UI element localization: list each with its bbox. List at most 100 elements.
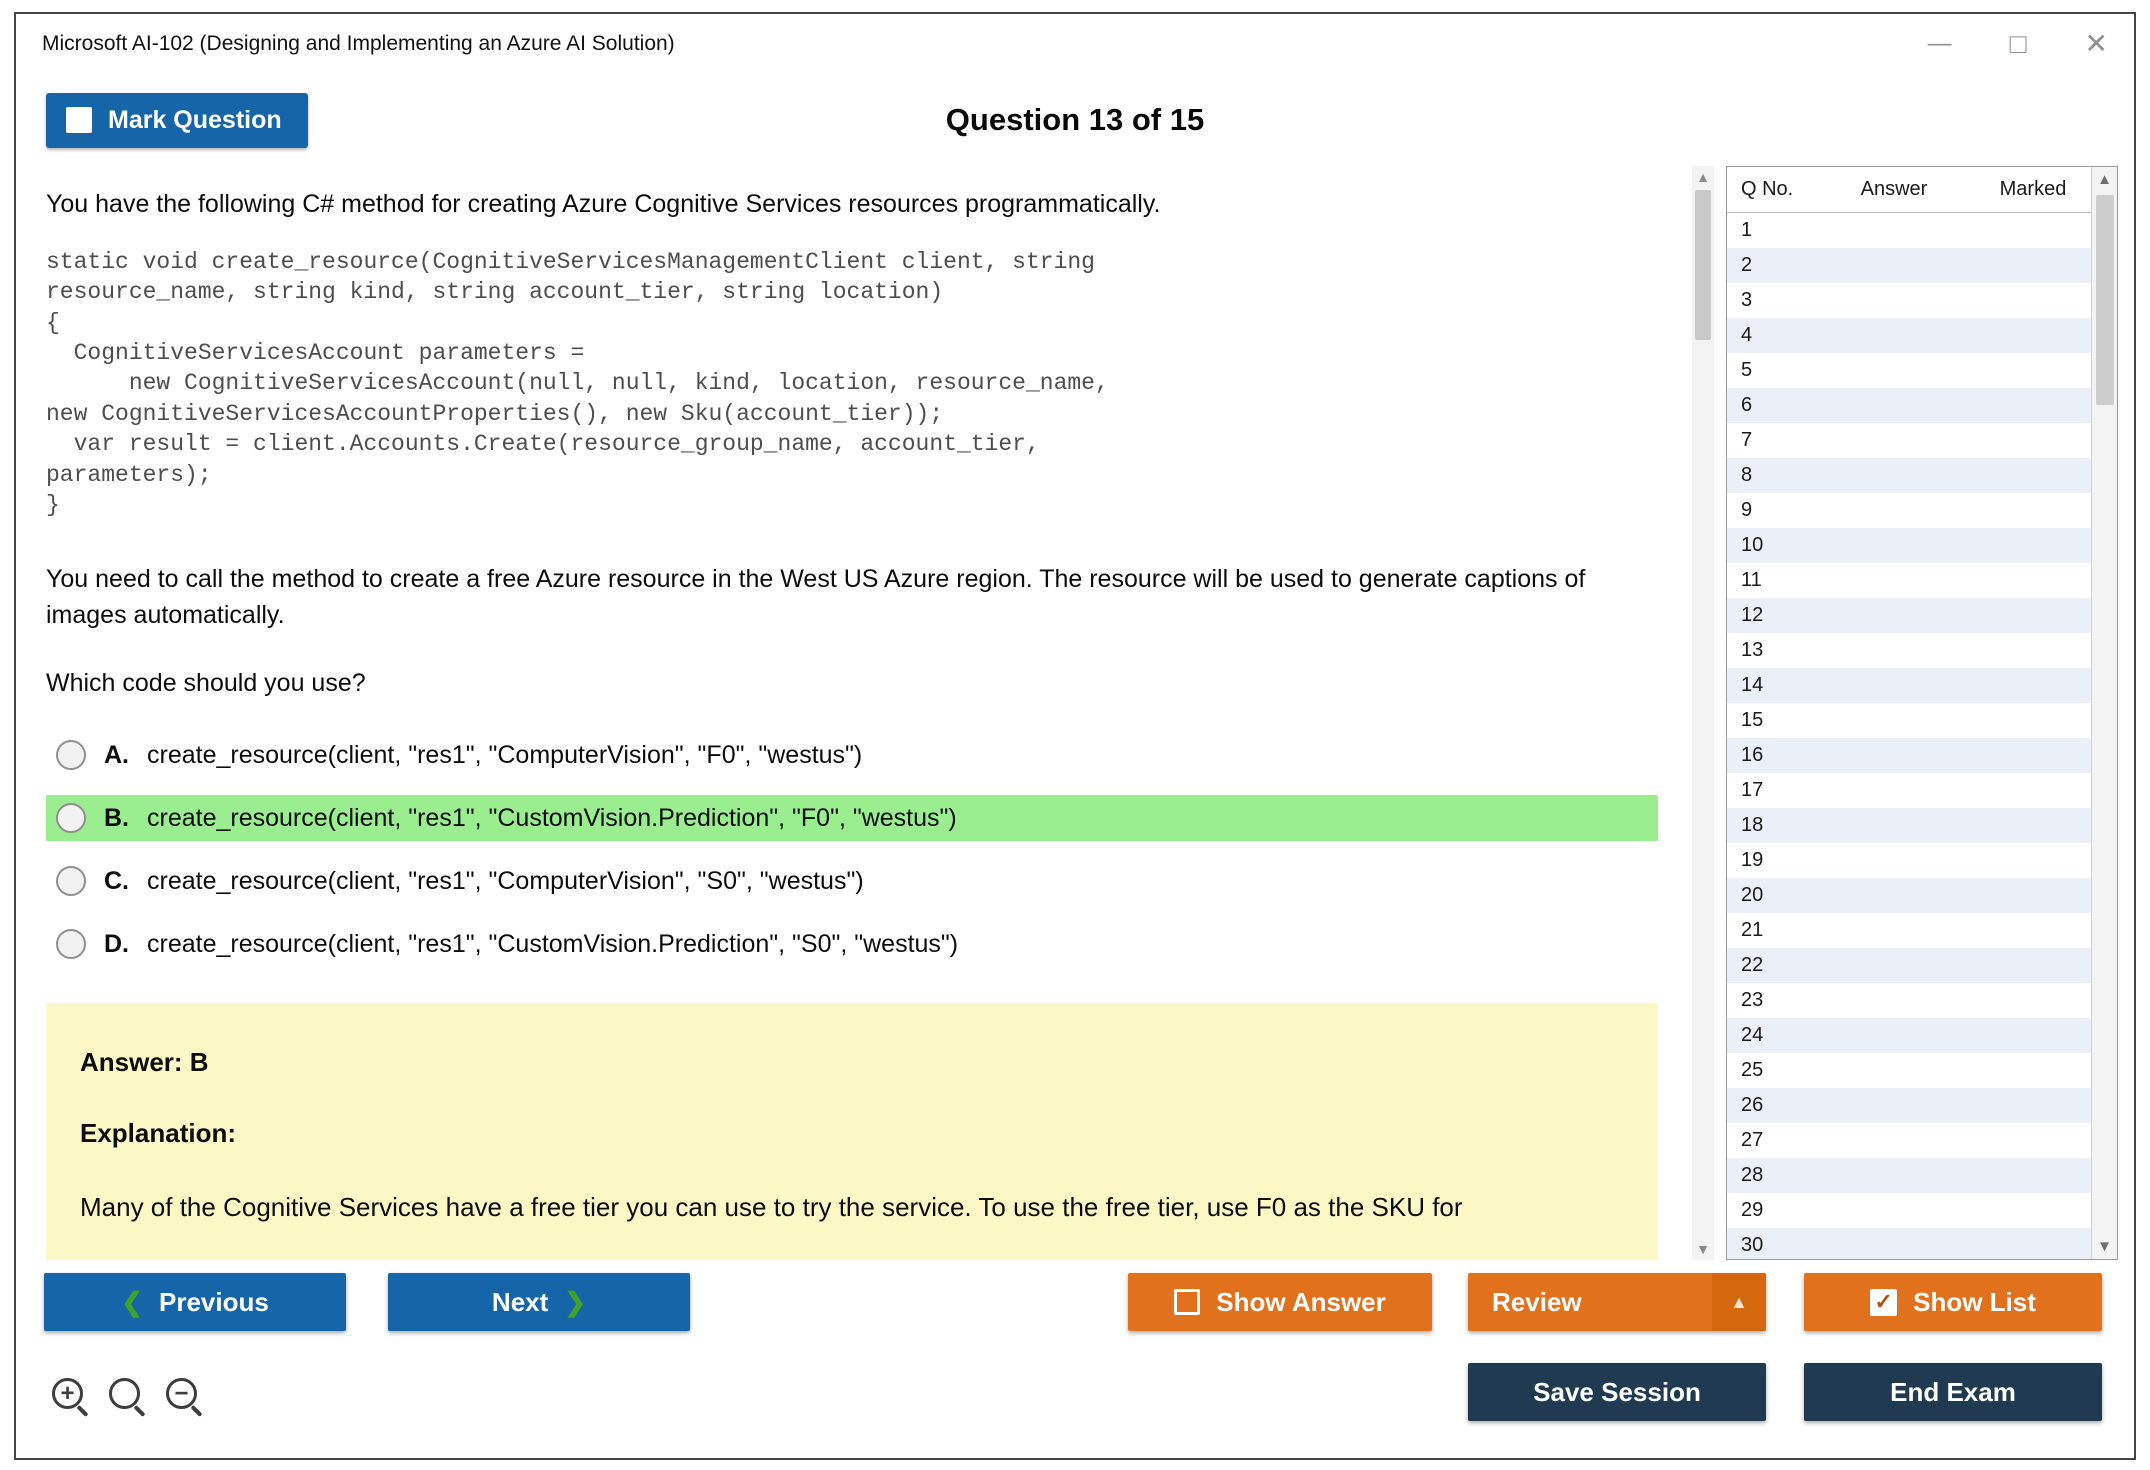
- question-list-row[interactable]: 9: [1727, 493, 2091, 528]
- question-list-row[interactable]: 17: [1727, 773, 2091, 808]
- question-list-row[interactable]: 23: [1727, 983, 2091, 1018]
- option-c-text: create_resource(client, "res1", "Compute…: [147, 866, 864, 895]
- review-button[interactable]: Review ▲: [1468, 1273, 1766, 1331]
- question-list-scrollbar-thumb[interactable]: [2095, 195, 2114, 405]
- question-list-row[interactable]: 6: [1727, 388, 2091, 423]
- question-list-row[interactable]: 15: [1727, 703, 2091, 738]
- question-list-row[interactable]: 13: [1727, 633, 2091, 668]
- question-list-row[interactable]: 18: [1727, 808, 2091, 843]
- show-answer-button[interactable]: Show Answer: [1128, 1273, 1432, 1331]
- question-list-row[interactable]: 28: [1727, 1158, 2091, 1193]
- option-b[interactable]: B. create_resource(client, "res1", "Cust…: [46, 795, 1658, 842]
- review-label: Review: [1492, 1286, 1582, 1317]
- question-list-header: Q No. Answer Marked: [1727, 167, 2091, 213]
- end-exam-button[interactable]: End Exam: [1804, 1363, 2102, 1421]
- option-d[interactable]: D. create_resource(client, "res1", "Cust…: [46, 921, 1658, 967]
- question-list-row[interactable]: 12: [1727, 598, 2091, 633]
- question-intro: You have the following C# method for cre…: [46, 190, 1161, 218]
- next-button[interactable]: Next ❯: [388, 1273, 690, 1331]
- question-list-row[interactable]: 30: [1727, 1228, 2091, 1259]
- question-list-row[interactable]: 22: [1727, 948, 2091, 983]
- column-marked: Marked: [1999, 178, 2067, 200]
- row-qno: 7: [1741, 429, 1753, 451]
- question-list-row[interactable]: 2: [1727, 248, 2091, 283]
- show-list-checkbox[interactable]: ✓: [1870, 1288, 1898, 1316]
- previous-button[interactable]: ❮ Previous: [44, 1273, 346, 1331]
- zoom-in-icon[interactable]: +: [52, 1378, 83, 1409]
- row-qno: 20: [1741, 884, 1764, 906]
- question-list-row[interactable]: 14: [1727, 668, 2091, 703]
- question-list-row[interactable]: 3: [1727, 283, 2091, 318]
- main-scrollbar-thumb[interactable]: [1695, 190, 1711, 340]
- option-b-radio[interactable]: [56, 803, 86, 834]
- option-b-text: create_resource(client, "res1", "CustomV…: [147, 803, 957, 832]
- mark-question-checkbox[interactable]: [66, 107, 92, 133]
- scroll-up-icon[interactable]: ▲: [2097, 172, 2112, 187]
- question-list-row[interactable]: 10: [1727, 528, 2091, 563]
- row-qno: 9: [1741, 499, 1753, 521]
- question-list-row[interactable]: 29: [1727, 1193, 2091, 1228]
- minimize-icon[interactable]: —: [1928, 32, 1952, 56]
- zoom-out-icon[interactable]: −: [166, 1378, 197, 1409]
- zoom-reset-icon[interactable]: [109, 1378, 140, 1409]
- question-counter: Question 13 of 15: [945, 102, 1205, 137]
- question-list-row[interactable]: 7: [1727, 423, 2091, 458]
- question-list-row[interactable]: 4: [1727, 318, 2091, 353]
- chevron-left-icon: ❮: [121, 1286, 143, 1317]
- option-d-letter: D.: [104, 929, 129, 958]
- question-list-row[interactable]: 20: [1727, 878, 2091, 913]
- column-qno: Q No.: [1741, 178, 1794, 200]
- main-scrollbar[interactable]: ▲ ▼: [1692, 166, 1714, 1260]
- scroll-down-icon[interactable]: ▼: [1696, 1242, 1710, 1256]
- end-exam-label: End Exam: [1890, 1376, 2016, 1407]
- row-qno: 12: [1741, 604, 1764, 626]
- row-qno: 4: [1741, 324, 1753, 346]
- question-list-row[interactable]: 5: [1727, 353, 2091, 388]
- question-list-row[interactable]: 27: [1727, 1123, 2091, 1158]
- question-list-row[interactable]: 19: [1727, 843, 2091, 878]
- option-c-radio[interactable]: [56, 866, 86, 897]
- row-qno: 30: [1741, 1234, 1764, 1256]
- row-qno: 18: [1741, 814, 1764, 836]
- maximize-icon[interactable]: □: [2010, 30, 2027, 58]
- show-list-button[interactable]: ✓ Show List: [1804, 1273, 2102, 1331]
- scroll-up-icon[interactable]: ▲: [1696, 170, 1710, 184]
- option-a-letter: A.: [104, 740, 129, 769]
- save-session-button[interactable]: Save Session: [1468, 1363, 1766, 1421]
- row-qno: 14: [1741, 674, 1764, 696]
- row-qno: 22: [1741, 954, 1764, 976]
- question-list-scrollbar[interactable]: ▲ ▼: [2091, 167, 2117, 1259]
- answer-options: A. create_resource(client, "res1", "Comp…: [46, 732, 1672, 967]
- question-list-row[interactable]: 11: [1727, 563, 2091, 598]
- scroll-down-icon[interactable]: ▼: [2097, 1239, 2112, 1254]
- explanation-text: Many of the Cognitive Services have a fr…: [80, 1192, 1463, 1223]
- question-list-row[interactable]: 25: [1727, 1053, 2091, 1088]
- row-qno: 6: [1741, 394, 1753, 416]
- row-qno: 13: [1741, 639, 1764, 661]
- row-qno: 2: [1741, 254, 1753, 276]
- question-list-row[interactable]: 26: [1727, 1088, 2091, 1123]
- question-list-row[interactable]: 24: [1727, 1018, 2091, 1053]
- option-d-radio[interactable]: [56, 929, 86, 960]
- row-qno: 3: [1741, 289, 1753, 311]
- window-controls: — □ ✕: [1928, 30, 2108, 58]
- question-list-rows: 1 2 3 4 5 6 7 8 9 10 11 12 13 14 15 16 17 18 19 20 21 22 23 24 2…: [1727, 213, 2091, 1259]
- question-list-row[interactable]: 8: [1727, 458, 2091, 493]
- option-a[interactable]: A. create_resource(client, "res1", "Comp…: [46, 732, 1658, 778]
- mark-question-button[interactable]: Mark Question: [46, 92, 308, 148]
- show-answer-checkbox[interactable]: [1174, 1289, 1201, 1315]
- option-a-radio[interactable]: [56, 740, 86, 771]
- app-window: Microsoft AI-102 (Designing and Implemen…: [14, 12, 2136, 1460]
- save-session-label: Save Session: [1533, 1376, 1701, 1407]
- question-panel: You have the following C# method for cre…: [16, 166, 1692, 1260]
- question-list-row[interactable]: 16: [1727, 738, 2091, 773]
- option-d-text: create_resource(client, "res1", "CustomV…: [147, 929, 959, 958]
- close-icon[interactable]: ✕: [2085, 30, 2108, 58]
- question-list-row[interactable]: 1: [1727, 213, 2091, 248]
- option-b-letter: B.: [104, 803, 129, 832]
- question-list-row[interactable]: 21: [1727, 913, 2091, 948]
- row-qno: 15: [1741, 709, 1764, 731]
- caret-up-icon[interactable]: ▲: [1712, 1273, 1766, 1331]
- option-c[interactable]: C. create_resource(client, "res1", "Comp…: [46, 858, 1658, 904]
- previous-label: Previous: [158, 1286, 269, 1317]
